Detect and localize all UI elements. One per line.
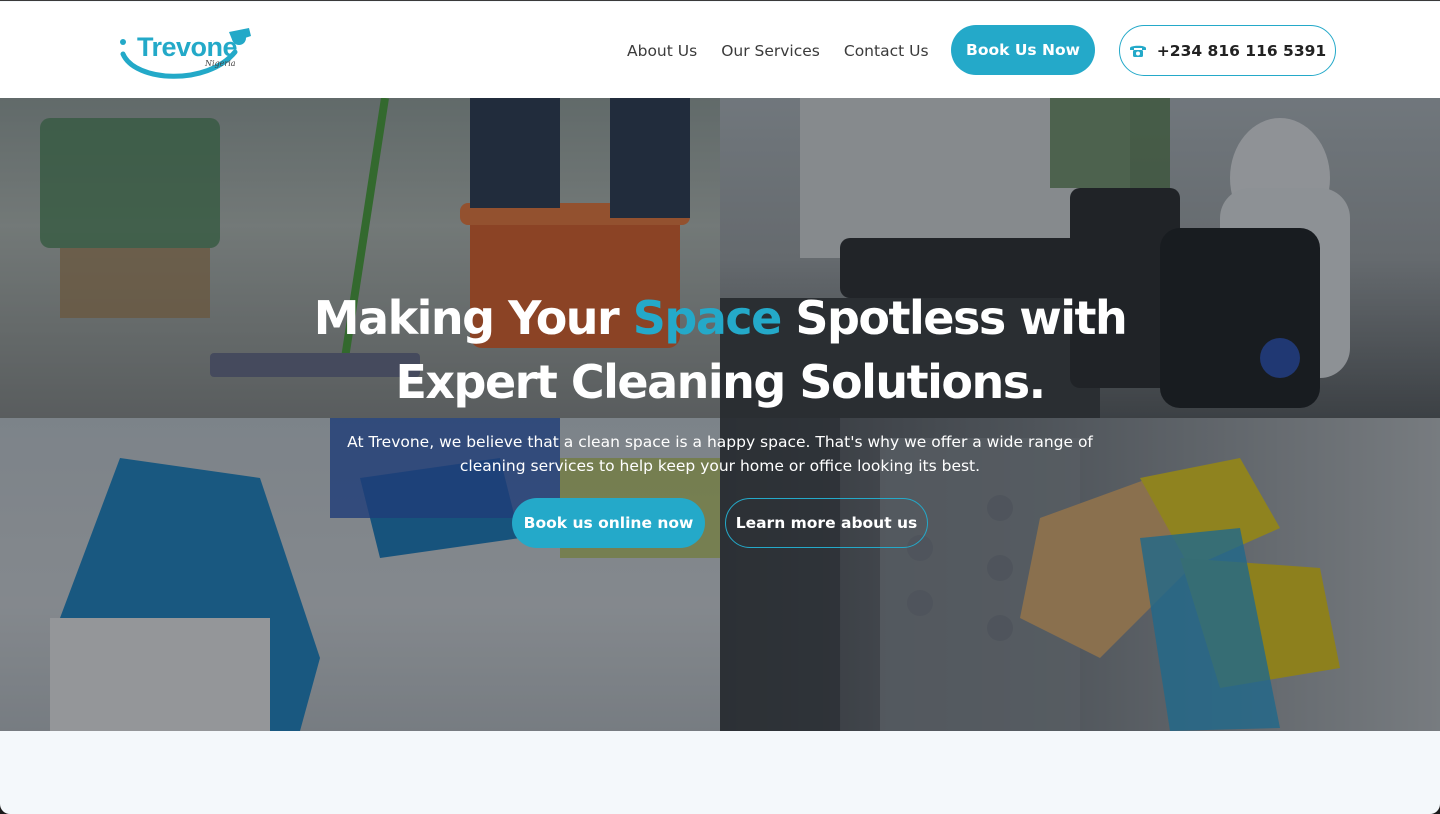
phone-number: +234 816 116 5391 — [1156, 41, 1327, 60]
nav-about-us[interactable]: About Us — [627, 40, 697, 62]
hero-title-prefix: Making Your — [313, 291, 633, 345]
hero-title-line2: Expert Cleaning Solutions. — [395, 355, 1046, 409]
site-header: Trevone Nigeria About Us Our Services Co… — [0, 2, 1440, 98]
phone-call-button[interactable]: +234 816 116 5391 — [1119, 25, 1336, 76]
browser-window: Trevone Nigeria About Us Our Services Co… — [0, 0, 1440, 814]
hero-title: Making Your Space Spotless with Expert C… — [200, 286, 1240, 414]
hero-section: Making Your Space Spotless with Expert C… — [0, 98, 1440, 731]
hero-title-accent: Space — [632, 291, 783, 345]
hero-title-suffix: Spotless with — [780, 291, 1127, 345]
nav-our-services[interactable]: Our Services — [721, 40, 820, 62]
nav-contact-us[interactable]: Contact Us — [844, 40, 929, 62]
site-logo[interactable]: Trevone Nigeria — [117, 24, 257, 82]
learn-more-button[interactable]: Learn more about us — [725, 498, 928, 548]
book-online-button[interactable]: Book us online now — [512, 498, 705, 548]
hero-dark-overlay — [0, 98, 1440, 731]
phone-icon — [1129, 45, 1146, 57]
book-us-now-button[interactable]: Book Us Now — [951, 25, 1095, 75]
main-nav: About Us Our Services Contact Us — [627, 40, 929, 62]
hero-description: At Trevone, we believe that a clean spac… — [347, 433, 1093, 475]
logo-region: Nigeria — [205, 59, 236, 68]
